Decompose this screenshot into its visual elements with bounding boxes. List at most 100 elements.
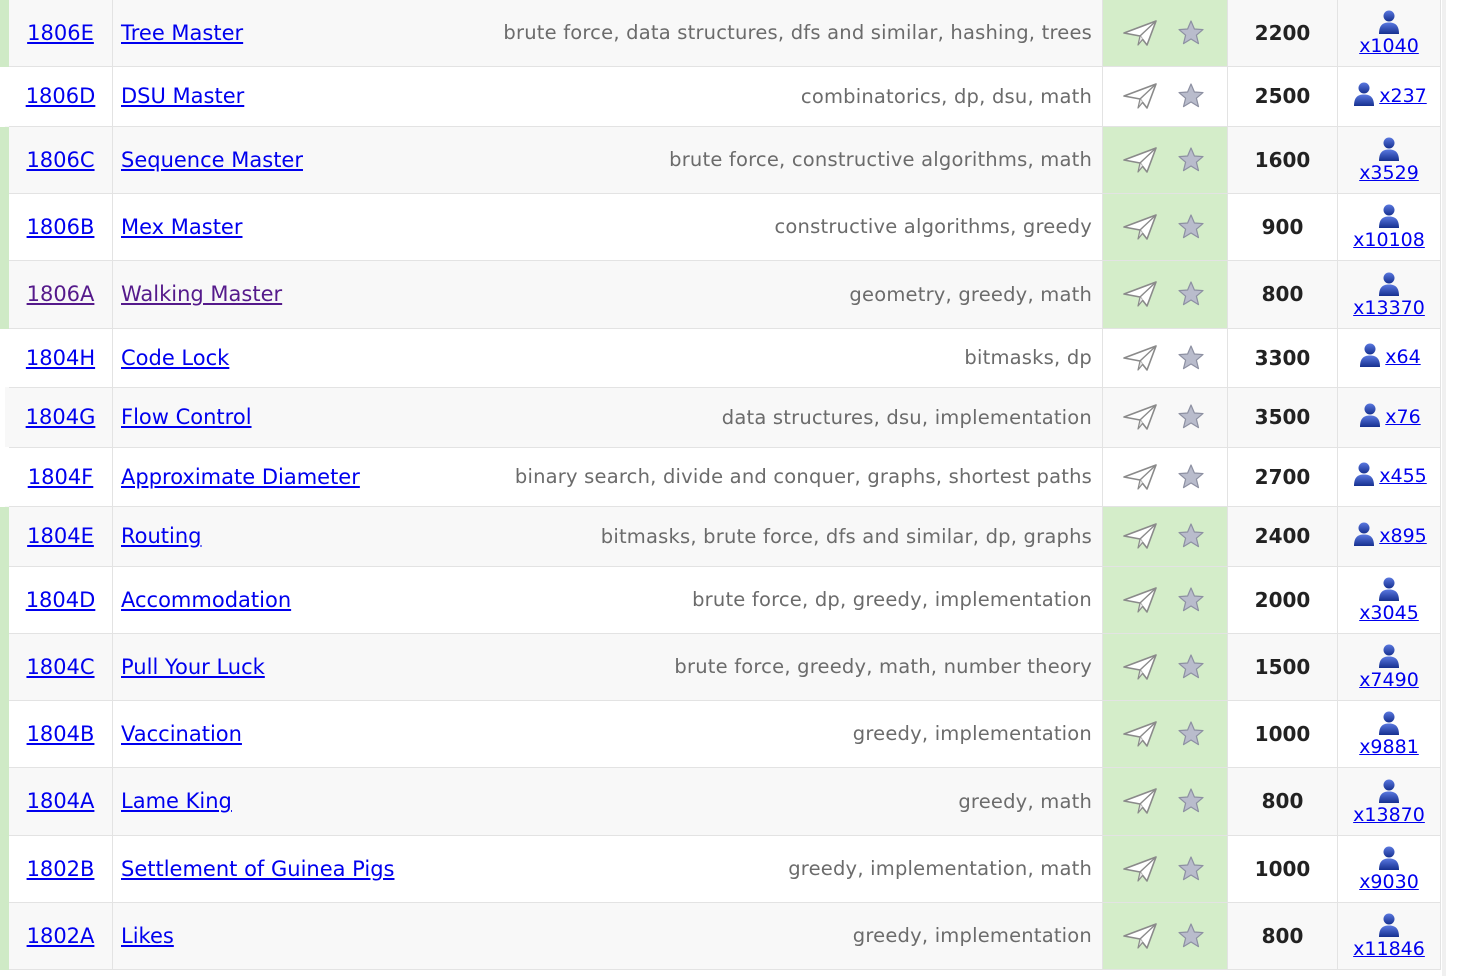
problem-id-link[interactable]: 1804D	[26, 588, 96, 612]
problem-id-link[interactable]: 1804C	[26, 655, 94, 679]
problem-tag[interactable]: binary search	[515, 465, 650, 488]
solved-count-link[interactable]: x13870	[1353, 778, 1425, 825]
solved-count-link[interactable]: x895	[1351, 521, 1427, 547]
problem-tag[interactable]: data structures	[722, 406, 874, 429]
problem-tag[interactable]: number theory	[944, 655, 1092, 678]
star-icon[interactable]	[1177, 653, 1205, 681]
star-icon[interactable]	[1177, 922, 1205, 950]
problem-tag[interactable]: brute force	[669, 148, 779, 171]
problem-tag[interactable]: implementation	[935, 406, 1092, 429]
problem-id-link[interactable]: 1806C	[26, 148, 94, 172]
problem-tag[interactable]: trees	[1042, 21, 1092, 44]
problem-name-link[interactable]: Code Lock	[121, 346, 229, 370]
problem-tag[interactable]: data structures	[626, 21, 778, 44]
problem-tag[interactable]: greedy	[853, 588, 922, 611]
problem-tag[interactable]: divide and conquer	[663, 465, 855, 488]
problem-tag[interactable]: hashing	[950, 21, 1028, 44]
paper-plane-icon[interactable]	[1121, 786, 1159, 816]
solved-count-link[interactable]: x237	[1351, 81, 1427, 107]
solved-count-link[interactable]: x76	[1357, 402, 1421, 428]
problem-name-link[interactable]: Accommodation	[121, 588, 291, 612]
problem-id-link[interactable]: 1802B	[27, 857, 95, 881]
solved-count-link[interactable]: x3045	[1359, 576, 1419, 623]
problem-tag[interactable]: greedy	[958, 790, 1027, 813]
solved-count-link[interactable]: x3529	[1359, 136, 1419, 183]
paper-plane-icon[interactable]	[1121, 402, 1159, 432]
problem-tag[interactable]: dsu	[886, 406, 922, 429]
problem-tag[interactable]: greedy	[958, 283, 1027, 306]
problem-id-link[interactable]: 1804H	[26, 346, 95, 370]
problem-name-link[interactable]: Pull Your Luck	[121, 655, 265, 679]
problem-tag[interactable]: greedy	[797, 655, 866, 678]
paper-plane-icon[interactable]	[1121, 462, 1159, 492]
paper-plane-icon[interactable]	[1121, 921, 1159, 951]
problem-tag[interactable]: dp	[815, 588, 840, 611]
problem-id-link[interactable]: 1804A	[27, 789, 95, 813]
paper-plane-icon[interactable]	[1121, 652, 1159, 682]
problem-tag[interactable]: dfs and similar	[791, 21, 938, 44]
problem-tag[interactable]: graphs	[1024, 525, 1092, 548]
problem-name-link[interactable]: Lame King	[121, 789, 232, 813]
star-icon[interactable]	[1177, 344, 1205, 372]
problem-tag[interactable]: combinatorics	[801, 85, 941, 108]
problem-tag[interactable]: constructive algorithms	[775, 215, 1011, 238]
problem-id-link[interactable]: 1804E	[27, 524, 94, 548]
paper-plane-icon[interactable]	[1121, 521, 1159, 551]
solved-count-link[interactable]: x13370	[1353, 271, 1425, 318]
paper-plane-icon[interactable]	[1121, 212, 1159, 242]
problem-name-link[interactable]: Settlement of Guinea Pigs	[121, 857, 394, 881]
problem-tag[interactable]: dp	[954, 85, 979, 108]
problem-tag[interactable]: dsu	[992, 85, 1028, 108]
solved-count-link[interactable]: x1040	[1359, 9, 1419, 56]
star-icon[interactable]	[1177, 280, 1205, 308]
star-icon[interactable]	[1177, 522, 1205, 550]
problem-tag[interactable]: implementation	[935, 924, 1092, 947]
problem-tag[interactable]: bitmasks	[601, 525, 691, 548]
solved-count-link[interactable]: x10108	[1353, 203, 1425, 250]
problem-tag[interactable]: geometry	[849, 283, 945, 306]
problem-tag[interactable]: brute force	[692, 588, 802, 611]
problem-tag[interactable]: math	[879, 655, 931, 678]
problem-name-link[interactable]: Vaccination	[121, 722, 242, 746]
problem-name-link[interactable]: Tree Master	[121, 21, 243, 45]
star-icon[interactable]	[1177, 855, 1205, 883]
problem-id-link[interactable]: 1802A	[27, 924, 95, 948]
problem-tag[interactable]: implementation	[870, 857, 1027, 880]
problem-id-link[interactable]: 1806A	[27, 282, 95, 306]
problem-tag[interactable]: math	[1040, 283, 1092, 306]
problem-tag[interactable]: implementation	[935, 722, 1092, 745]
problem-tag[interactable]: graphs	[867, 465, 935, 488]
paper-plane-icon[interactable]	[1121, 145, 1159, 175]
paper-plane-icon[interactable]	[1121, 719, 1159, 749]
paper-plane-icon[interactable]	[1121, 18, 1159, 48]
problem-name-link[interactable]: Approximate Diameter	[121, 465, 360, 489]
problem-id-link[interactable]: 1804F	[28, 465, 94, 489]
star-icon[interactable]	[1177, 586, 1205, 614]
problem-id-link[interactable]: 1806D	[26, 84, 96, 108]
star-icon[interactable]	[1177, 146, 1205, 174]
problem-name-link[interactable]: DSU Master	[121, 84, 244, 108]
problem-tag[interactable]: greedy	[1023, 215, 1092, 238]
star-icon[interactable]	[1177, 787, 1205, 815]
problem-tag[interactable]: greedy	[853, 722, 922, 745]
star-icon[interactable]	[1177, 19, 1205, 47]
problem-tag[interactable]: greedy	[853, 924, 922, 947]
problem-tag[interactable]: brute force	[674, 655, 784, 678]
problem-tag[interactable]: shortest paths	[949, 465, 1092, 488]
solved-count-link[interactable]: x9881	[1359, 710, 1419, 757]
problem-name-link[interactable]: Sequence Master	[121, 148, 303, 172]
problem-tag[interactable]: brute force	[703, 525, 813, 548]
solved-count-link[interactable]: x455	[1351, 461, 1427, 487]
problem-tag[interactable]: constructive algorithms	[792, 148, 1028, 171]
problem-name-link[interactable]: Mex Master	[121, 215, 243, 239]
problem-name-link[interactable]: Likes	[121, 924, 174, 948]
paper-plane-icon[interactable]	[1121, 585, 1159, 615]
star-icon[interactable]	[1177, 403, 1205, 431]
problem-tag[interactable]: dfs and similar	[826, 525, 973, 548]
star-icon[interactable]	[1177, 463, 1205, 491]
solved-count-link[interactable]: x11846	[1353, 912, 1425, 959]
problem-id-link[interactable]: 1804B	[27, 722, 95, 746]
paper-plane-icon[interactable]	[1121, 343, 1159, 373]
solved-count-link[interactable]: x7490	[1359, 643, 1419, 690]
paper-plane-icon[interactable]	[1121, 81, 1159, 111]
